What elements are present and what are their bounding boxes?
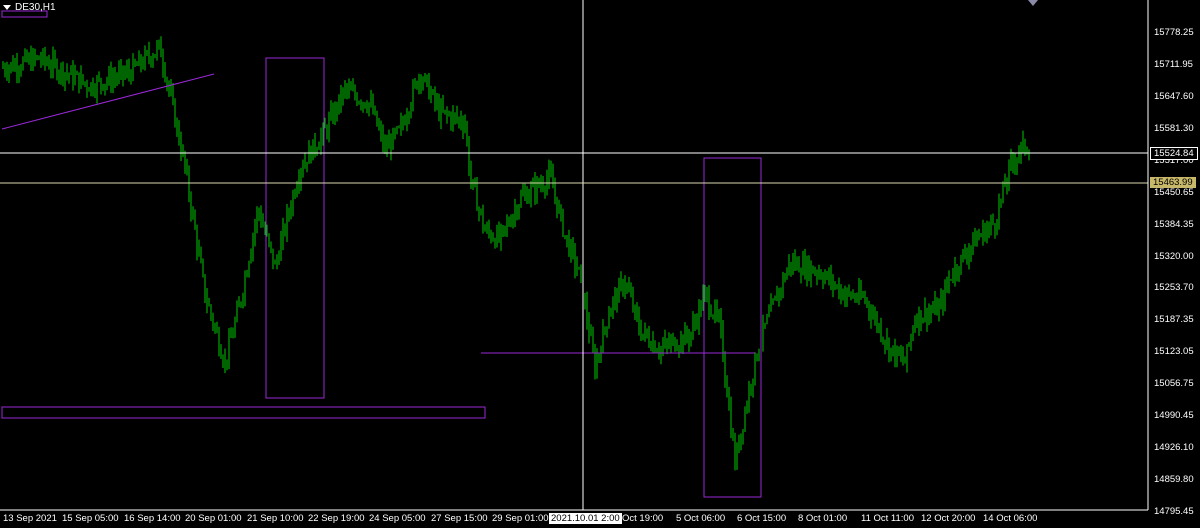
price-tick-label: 15711.95 xyxy=(1154,58,1193,70)
price-tick-label: 15384.35 xyxy=(1154,218,1194,230)
chart-symbol-text: DE30,H1 xyxy=(15,2,56,13)
rectangle-zone-bottom[interactable] xyxy=(1,406,486,419)
time-tick-label: 15 Sep 05:00 xyxy=(62,513,119,524)
price-tick-label: 15253.70 xyxy=(1154,282,1194,294)
time-tick-label: 22 Sep 19:00 xyxy=(308,513,365,524)
time-tick-label: 13 Sep 2021 xyxy=(3,513,57,524)
price-tick-label: 14795.45 xyxy=(1154,505,1194,517)
price-tick-label: 15187.35 xyxy=(1154,314,1194,326)
time-tick-label: 8 Oct 01:00 xyxy=(798,513,848,524)
price-tick-label: 15581.30 xyxy=(1154,122,1194,134)
price-tick-label: 14859.80 xyxy=(1154,474,1194,486)
time-tick-label: 20 Sep 01:00 xyxy=(185,513,242,524)
price-tick-label: 15056.75 xyxy=(1154,378,1194,390)
cursor-time-label: 2021.10.01 2:00 xyxy=(549,513,622,524)
shift-marker-icon[interactable] xyxy=(1028,0,1038,6)
price-tick-label: 15123.05 xyxy=(1154,346,1194,358)
time-tick-label: 6 Oct 15:00 xyxy=(737,513,787,524)
rectangle-zone-2[interactable] xyxy=(703,157,762,498)
time-tick-label: 11 Oct 11:00 xyxy=(861,513,914,524)
chart-symbol-label[interactable]: DE30,H1 xyxy=(3,2,56,13)
price-tick-label: 15450.65 xyxy=(1154,186,1194,198)
time-tick-label: 12 Oct 20:00 xyxy=(921,513,976,524)
time-tick-label: 29 Sep 01:00 xyxy=(492,513,549,524)
time-tick-label: 24 Sep 05:00 xyxy=(369,513,426,524)
drawings xyxy=(1,10,762,498)
price-tick-label: 14990.45 xyxy=(1154,410,1194,422)
time-tick-label: 5 Oct 06:00 xyxy=(676,513,726,524)
candle-bars xyxy=(2,36,1030,471)
price-tick-label: 15778.25 xyxy=(1154,27,1194,38)
bid-price-tag: 15524.84 xyxy=(1150,147,1198,160)
price-chart-canvas[interactable] xyxy=(0,0,1200,528)
dropdown-triangle-icon[interactable] xyxy=(3,5,11,10)
marked-price-tag: 15463.99 xyxy=(1150,177,1196,188)
time-tick-label: Oct 19:00 xyxy=(622,513,664,524)
time-tick-label: 14 Oct 06:00 xyxy=(983,513,1038,524)
price-tick-label: 14926.10 xyxy=(1154,442,1194,454)
time-tick-label: 21 Sep 10:00 xyxy=(247,513,304,524)
time-tick-label: 16 Sep 14:00 xyxy=(124,513,181,524)
price-tick-label: 15320.00 xyxy=(1154,250,1194,262)
rectangle-zone-1[interactable] xyxy=(265,57,325,399)
price-tick-label: 15647.60 xyxy=(1154,90,1194,102)
time-tick-label: 27 Sep 15:00 xyxy=(431,513,488,524)
trendline-upper[interactable] xyxy=(1,73,215,130)
